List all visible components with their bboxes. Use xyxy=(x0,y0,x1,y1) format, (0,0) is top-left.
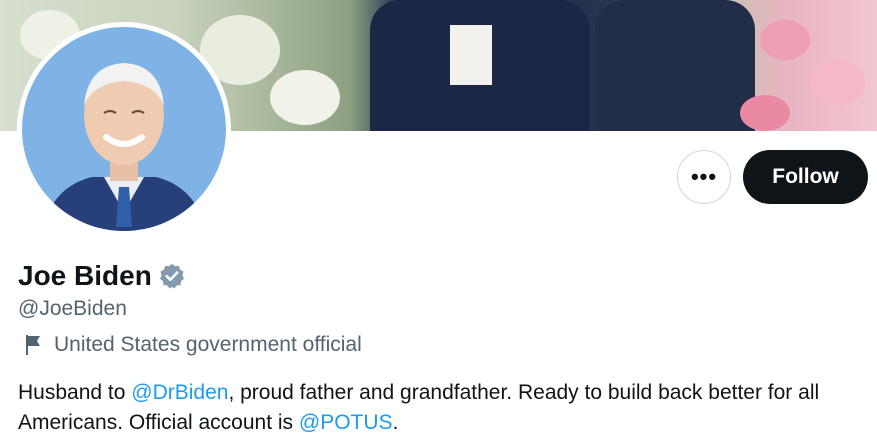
user-handle: @JoeBiden xyxy=(18,297,127,320)
avatar[interactable] xyxy=(17,22,231,236)
more-options-button[interactable]: ••• xyxy=(677,150,731,204)
banner-figure xyxy=(595,0,755,131)
bio-text: . xyxy=(392,411,399,434)
follow-button-label: Follow xyxy=(772,165,839,188)
profile-bio: Husband to @DrBiden, proud father and gr… xyxy=(18,378,873,438)
display-name: Joe Biden xyxy=(18,260,152,291)
profile-photo xyxy=(22,27,226,231)
banner-flower xyxy=(270,70,340,125)
verified-badge-icon[interactable] xyxy=(158,262,186,290)
flag-icon xyxy=(22,333,44,357)
banner-flower xyxy=(810,60,865,105)
mention-link-potus[interactable]: @POTUS xyxy=(299,411,393,434)
banner-flower xyxy=(740,95,790,131)
bio-text: Husband to xyxy=(18,381,132,404)
follow-button[interactable]: Follow xyxy=(743,150,868,204)
banner-flower xyxy=(760,20,810,60)
banner-figure-detail xyxy=(450,25,492,85)
affiliation-text: United States government official xyxy=(54,333,362,356)
mention-link-drbiden[interactable]: @DrBiden xyxy=(131,381,228,404)
more-options-icon: ••• xyxy=(690,164,718,189)
profile-name-row: Joe Biden xyxy=(18,260,186,292)
affiliation-label: United States government official xyxy=(22,333,362,357)
